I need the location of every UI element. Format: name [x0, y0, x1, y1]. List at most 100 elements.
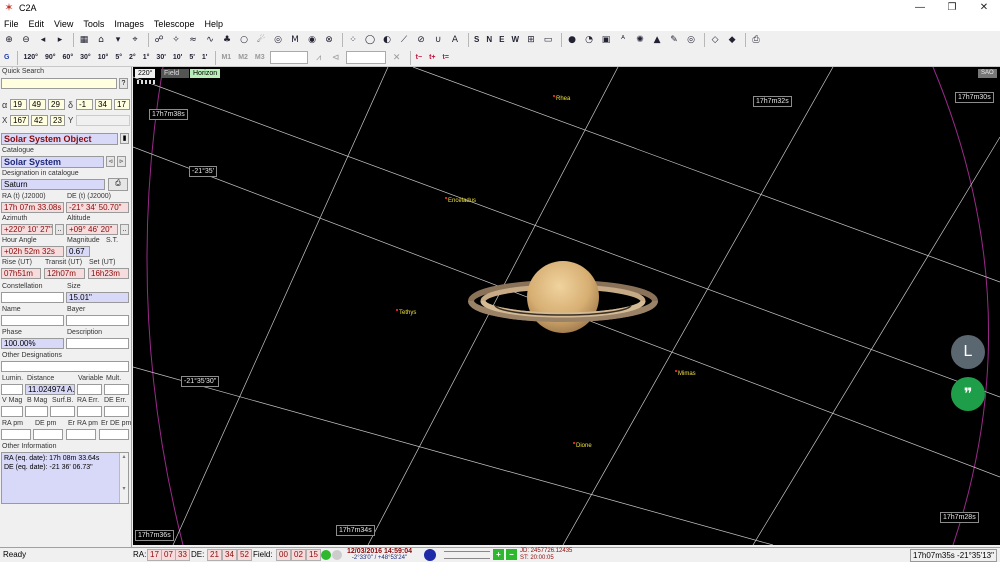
- time-minus-button[interactable]: t−: [414, 51, 424, 65]
- x-field-3[interactable]: 23: [50, 115, 65, 126]
- menu-edit[interactable]: Edit: [29, 19, 45, 29]
- alpha-hours-field[interactable]: 19: [10, 99, 27, 110]
- menu-tools[interactable]: Tools: [83, 19, 104, 29]
- window-icon[interactable]: ▭: [541, 33, 555, 47]
- north-icon[interactable]: N: [484, 33, 494, 47]
- hat-icon[interactable]: ▲: [650, 33, 664, 47]
- moon-tethys[interactable]: Tethys: [395, 309, 416, 316]
- fov-30min-button[interactable]: 30': [154, 51, 167, 65]
- fov-tab[interactable]: 220°: [135, 69, 156, 78]
- m2-button[interactable]: M2: [236, 51, 250, 65]
- fov-2-button[interactable]: 2°: [127, 51, 138, 65]
- menu-images[interactable]: Images: [114, 19, 144, 29]
- m1-button[interactable]: M1: [219, 51, 233, 65]
- azimuth-menu-button[interactable]: ..: [55, 224, 64, 235]
- moon-dione[interactable]: Dione: [573, 442, 592, 449]
- menu-file[interactable]: File: [4, 19, 19, 29]
- moon-rhea[interactable]: Rhea: [552, 95, 570, 102]
- fov-1-button[interactable]: 1°: [141, 51, 152, 65]
- quote-float-button[interactable]: ❞: [951, 377, 985, 411]
- menu-view[interactable]: View: [54, 19, 73, 29]
- fov-10-button[interactable]: 10°: [96, 51, 111, 65]
- print-icon[interactable]: ⎙: [749, 33, 763, 47]
- cluster-icon[interactable]: ⊗: [322, 33, 336, 47]
- time-minus-icon[interactable]: −: [506, 549, 517, 560]
- fov-90-button[interactable]: 90°: [43, 51, 58, 65]
- constellation-lines-icon[interactable]: ☍: [152, 33, 166, 47]
- designation-field[interactable]: Saturn: [1, 179, 105, 190]
- m3-button[interactable]: M3: [253, 51, 267, 65]
- pencil-icon[interactable]: ✎: [667, 33, 681, 47]
- status-globe-icon[interactable]: [424, 549, 436, 561]
- sun-icon[interactable]: ✺: [633, 33, 647, 47]
- x-field-1[interactable]: 167: [10, 115, 29, 126]
- minimize-button[interactable]: —: [904, 0, 936, 16]
- west-icon[interactable]: W: [509, 33, 521, 47]
- fov-5min-button[interactable]: 5': [187, 51, 197, 65]
- circle-icon[interactable]: ○: [237, 33, 251, 47]
- observatory-icon[interactable]: ⌂: [94, 33, 108, 47]
- flip-icon[interactable]: ⩘: [312, 51, 326, 65]
- forward-arrow-icon[interactable]: ▸: [53, 33, 67, 47]
- comet-icon[interactable]: ☄: [254, 33, 268, 47]
- constellation-labels-icon[interactable]: ✧: [169, 33, 183, 47]
- fov-30-button[interactable]: 30°: [78, 51, 93, 65]
- fov-60-button[interactable]: 60°: [61, 51, 76, 65]
- tree-horizon-icon[interactable]: ♣: [220, 33, 234, 47]
- telescope-icon[interactable]: ⟋: [397, 33, 411, 47]
- split-view-icon[interactable]: ⊞: [524, 33, 538, 47]
- magnet-icon[interactable]: ∪: [431, 33, 445, 47]
- object-type-menu-button[interactable]: ▮: [120, 133, 129, 144]
- delta-seconds-field[interactable]: 17: [114, 99, 130, 110]
- altitude-menu-button[interactable]: ..: [120, 224, 129, 235]
- globe-icon[interactable]: ◉: [305, 33, 319, 47]
- fov-input[interactable]: [269, 51, 308, 64]
- clock-icon[interactable]: ◔: [582, 33, 596, 47]
- grid-icon[interactable]: ▦: [77, 33, 91, 47]
- north-south-icon[interactable]: S: [472, 33, 481, 47]
- time-plus-button[interactable]: t+: [427, 51, 437, 65]
- fov-10min-button[interactable]: 10': [171, 51, 184, 65]
- language-float-button[interactable]: L: [951, 335, 985, 369]
- east-icon[interactable]: E: [497, 33, 506, 47]
- font-size-icon[interactable]: A: [448, 33, 462, 47]
- moon-mimas[interactable]: Mimas: [675, 370, 696, 377]
- galaxy-icon[interactable]: ◎: [271, 33, 285, 47]
- maximize-button[interactable]: ❐: [936, 0, 968, 16]
- zoom-out-icon[interactable]: ⊖: [19, 33, 33, 47]
- catalogue-next-icon[interactable]: ▹: [117, 156, 126, 167]
- menu-help[interactable]: Help: [204, 19, 223, 29]
- alpha-seconds-field[interactable]: 29: [48, 99, 65, 110]
- x-field-2[interactable]: 42: [31, 115, 48, 126]
- catalogue-prev-icon[interactable]: ◃: [106, 156, 115, 167]
- delta-minutes-field[interactable]: 34: [95, 99, 112, 110]
- target-icon[interactable]: ⌖: [128, 33, 142, 47]
- zoom-in-icon[interactable]: ⊕: [2, 33, 16, 47]
- other-info-scrollbar[interactable]: ▴ ▾: [119, 453, 128, 503]
- y-field[interactable]: [76, 115, 130, 126]
- print-object-icon[interactable]: ⎙: [108, 178, 128, 191]
- back-arrow-icon[interactable]: ◂: [36, 33, 50, 47]
- go-button[interactable]: G: [2, 51, 11, 65]
- ecliptic-icon[interactable]: ∿: [203, 33, 217, 47]
- horizon-tab[interactable]: Horizon: [190, 69, 221, 78]
- calendar-icon[interactable]: ▣: [599, 33, 613, 47]
- moon-enceladus[interactable]: Enceladus: [444, 197, 476, 204]
- milky-way-icon[interactable]: ≈: [186, 33, 200, 47]
- target-ring-icon[interactable]: ◎: [684, 33, 698, 47]
- delta-degrees-field[interactable]: -1: [76, 99, 93, 110]
- sky-map[interactable]: 220° Field Horizon SAO 17h7m32s 17h7m30s…: [133, 67, 1000, 545]
- moon-phase-icon[interactable]: ◐: [380, 33, 394, 47]
- fov-5-button[interactable]: 5°: [113, 51, 124, 65]
- fov-1min-button[interactable]: 1': [200, 51, 210, 65]
- menu-telescope[interactable]: Telescope: [154, 19, 195, 29]
- ruler-icon[interactable]: ⊘: [414, 33, 428, 47]
- close-button[interactable]: ✕: [968, 0, 1000, 16]
- search-objects-icon[interactable]: ᴬ: [616, 33, 630, 47]
- time-slider[interactable]: [444, 551, 490, 559]
- clear-icon[interactable]: ✕: [390, 51, 404, 65]
- time-now-button[interactable]: t=: [441, 51, 451, 65]
- stars-icon[interactable]: ⁘: [346, 33, 360, 47]
- messier-icon[interactable]: M: [288, 33, 302, 47]
- field-tab[interactable]: Field: [161, 69, 189, 78]
